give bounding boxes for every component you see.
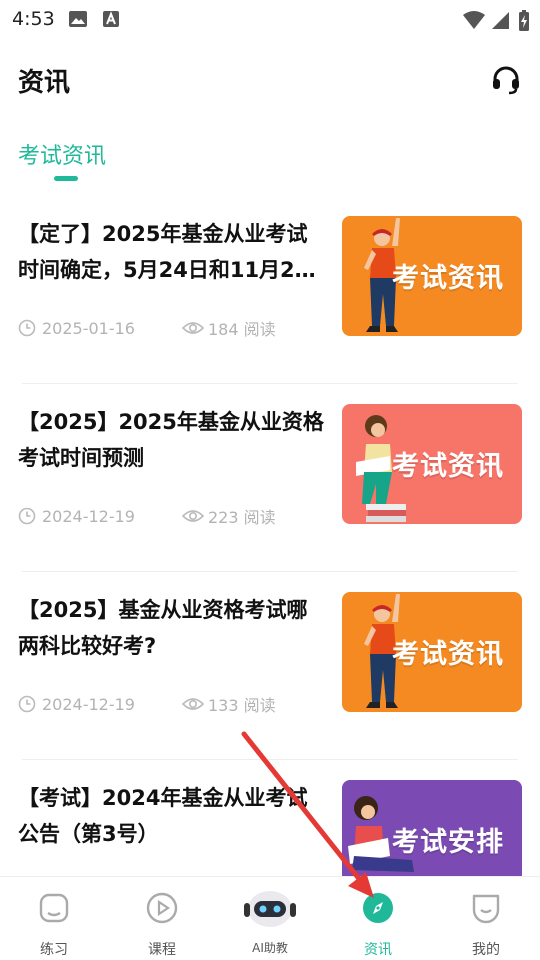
- news-views: 184 阅读: [208, 320, 276, 339]
- compass-icon: [363, 893, 393, 923]
- thumbnail-text: 考试资讯: [392, 451, 504, 482]
- wifi-icon: [463, 11, 485, 29]
- news-thumbnail[interactable]: 考试资讯: [342, 592, 522, 712]
- nav-profile[interactable]: 我的: [432, 877, 540, 960]
- eye-icon: [182, 510, 204, 522]
- news-title[interactable]: 【2025】基金从业资格考试哪两科比较好考?: [18, 592, 324, 664]
- nav-course[interactable]: 课程: [108, 877, 216, 960]
- news-thumbnail[interactable]: 考试资讯: [342, 404, 522, 524]
- page-title: 资讯: [18, 68, 71, 98]
- status-time: 4:53: [12, 8, 55, 30]
- clock-icon: [18, 319, 36, 337]
- headset-icon[interactable]: [490, 64, 522, 96]
- image-notification-icon: [69, 11, 87, 27]
- play-icon: [146, 892, 178, 924]
- tab-indicator: [54, 176, 78, 181]
- thumbnail-text: 考试资讯: [392, 639, 504, 670]
- tab-bar: 考试资讯: [18, 138, 106, 186]
- thumbnail-text: 考试安排: [392, 827, 504, 858]
- nav-label: 练习: [40, 942, 68, 958]
- clock-icon: [18, 695, 36, 713]
- thumbnail-text: 考试资讯: [392, 263, 504, 294]
- news-item[interactable]: 【定了】2025年基金从业考试时间确定，5月24日和11月22日 2025-01…: [0, 196, 540, 384]
- news-item[interactable]: 【2025】2025年基金从业资格考试时间预测 2024-12-19 223 阅…: [0, 384, 540, 572]
- news-date: 2024-12-19: [42, 694, 135, 714]
- profile-icon: [472, 894, 500, 924]
- nav-ai-assistant[interactable]: AI助教: [216, 877, 324, 960]
- nav-news[interactable]: 资讯: [324, 877, 432, 960]
- nav-label: 我的: [472, 942, 500, 958]
- news-item[interactable]: 【2025】基金从业资格考试哪两科比较好考? 2024-12-19 133 阅读…: [0, 572, 540, 760]
- nav-label: 课程: [148, 942, 176, 958]
- news-date: 2024-12-19: [42, 506, 135, 526]
- robot-avatar-icon: [244, 891, 296, 927]
- signal-icon: [492, 12, 509, 29]
- battery-icon: [519, 10, 529, 31]
- app-header: 资讯: [0, 52, 540, 108]
- bottom-navigation: 练习 课程 AI助教 资讯 我的: [0, 876, 540, 960]
- status-bar: 4:53: [0, 0, 540, 40]
- news-list: 【定了】2025年基金从业考试时间确定，5月24日和11月22日 2025-01…: [0, 196, 540, 948]
- news-title[interactable]: 【定了】2025年基金从业考试时间确定，5月24日和11月22日: [18, 216, 324, 288]
- news-views: 223 阅读: [208, 508, 276, 527]
- nav-label: AI助教: [252, 941, 288, 955]
- eye-icon: [182, 698, 204, 710]
- news-meta: 2024-12-19 223 阅读: [18, 504, 276, 528]
- news-meta: 2025-01-16 184 阅读: [18, 316, 276, 340]
- nav-practice[interactable]: 练习: [0, 877, 108, 960]
- news-date: 2025-01-16: [42, 318, 135, 338]
- nav-label: 资讯: [364, 942, 392, 958]
- news-views: 133 阅读: [208, 696, 276, 715]
- eye-icon: [182, 322, 204, 334]
- practice-icon: [39, 893, 69, 923]
- tab-exam-news[interactable]: 考试资讯: [18, 138, 106, 170]
- font-notification-icon: [103, 11, 119, 27]
- news-title[interactable]: 【考试】2024年基金从业考试公告（第3号）: [18, 780, 324, 852]
- news-thumbnail[interactable]: 考试资讯: [342, 216, 522, 336]
- clock-icon: [18, 507, 36, 525]
- news-meta: 2024-12-19 133 阅读: [18, 692, 276, 716]
- news-title[interactable]: 【2025】2025年基金从业资格考试时间预测: [18, 404, 324, 476]
